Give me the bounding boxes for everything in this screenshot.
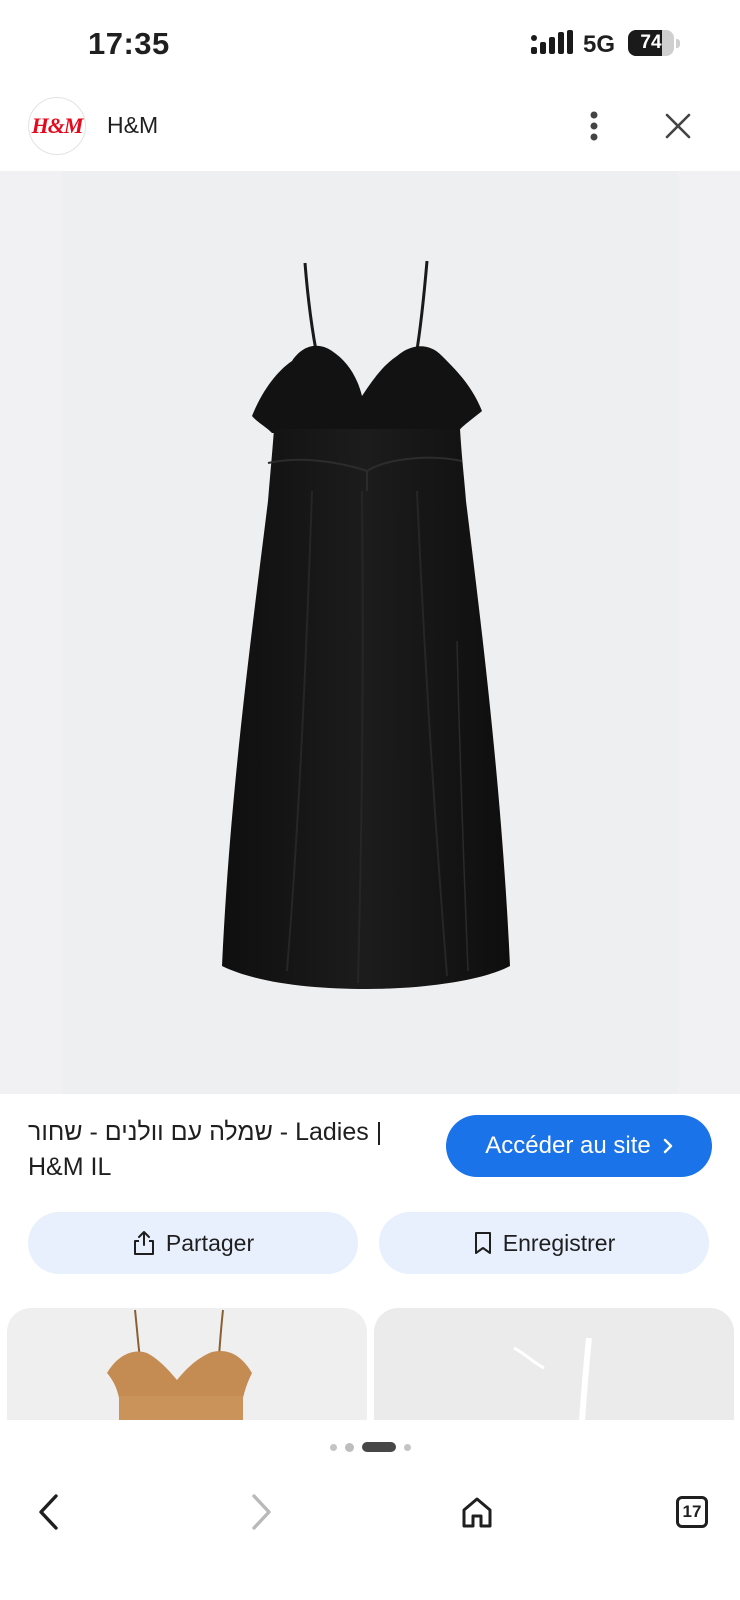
bookmark-icon xyxy=(474,1232,491,1254)
share-icon xyxy=(133,1231,154,1255)
product-title-hebrew: שמלה עם וולנים - שחור xyxy=(28,1118,273,1146)
carousel-dot xyxy=(344,1442,354,1452)
product-title[interactable]: שמלה עם וולנים - שחור - Ladies | H&M IL xyxy=(28,1115,428,1185)
home-button[interactable] xyxy=(449,1484,505,1540)
battery-percent: 74 xyxy=(640,32,662,53)
chevron-right-icon xyxy=(663,1138,672,1154)
related-result-card[interactable] xyxy=(7,1308,367,1420)
share-label: Partager xyxy=(165,1229,255,1256)
logo-text: H&M xyxy=(31,113,84,138)
close-icon xyxy=(665,113,691,139)
browser-bottom-bar: 17 xyxy=(0,1420,740,1600)
carousel-dot-active xyxy=(361,1442,396,1452)
forward-button[interactable] xyxy=(234,1484,290,1540)
save-button[interactable]: Enregistrer xyxy=(379,1212,709,1274)
back-button[interactable] xyxy=(20,1484,76,1540)
share-button[interactable]: Partager xyxy=(28,1212,358,1274)
close-button[interactable] xyxy=(656,104,700,148)
white-dress-thumbnail xyxy=(513,1337,592,1420)
chevron-left-icon xyxy=(39,1494,58,1530)
more-options-button[interactable] xyxy=(576,104,612,148)
site-logo[interactable]: H&M xyxy=(28,97,86,155)
more-vert-icon xyxy=(590,111,598,141)
signal-icon xyxy=(531,30,573,54)
home-icon xyxy=(462,1497,492,1528)
visit-site-button[interactable]: Accéder au site xyxy=(446,1115,712,1177)
product-image[interactable] xyxy=(0,171,740,1094)
carousel-dot xyxy=(329,1443,337,1451)
status-bar: 17:35 5G 74 xyxy=(0,0,740,88)
tan-dress-thumbnail xyxy=(107,1309,252,1420)
tab-count-icon: 17 xyxy=(676,1496,708,1528)
chevron-right-icon xyxy=(252,1494,271,1530)
network-type: 5G xyxy=(583,31,616,58)
product-image-frame xyxy=(62,171,678,1094)
source-header: H&M H&M xyxy=(0,88,740,170)
visit-site-label: Accéder au site xyxy=(485,1132,651,1159)
site-name[interactable]: H&M xyxy=(107,112,158,139)
black-dress-image xyxy=(222,260,510,989)
status-time: 17:35 xyxy=(88,26,170,61)
carousel-dots xyxy=(0,1442,740,1452)
carousel-dot xyxy=(403,1443,411,1451)
battery-icon: 74 xyxy=(628,30,680,56)
related-result-card[interactable] xyxy=(374,1308,734,1420)
save-label: Enregistrer xyxy=(502,1229,616,1256)
tabs-button[interactable]: 17 xyxy=(664,1484,720,1540)
